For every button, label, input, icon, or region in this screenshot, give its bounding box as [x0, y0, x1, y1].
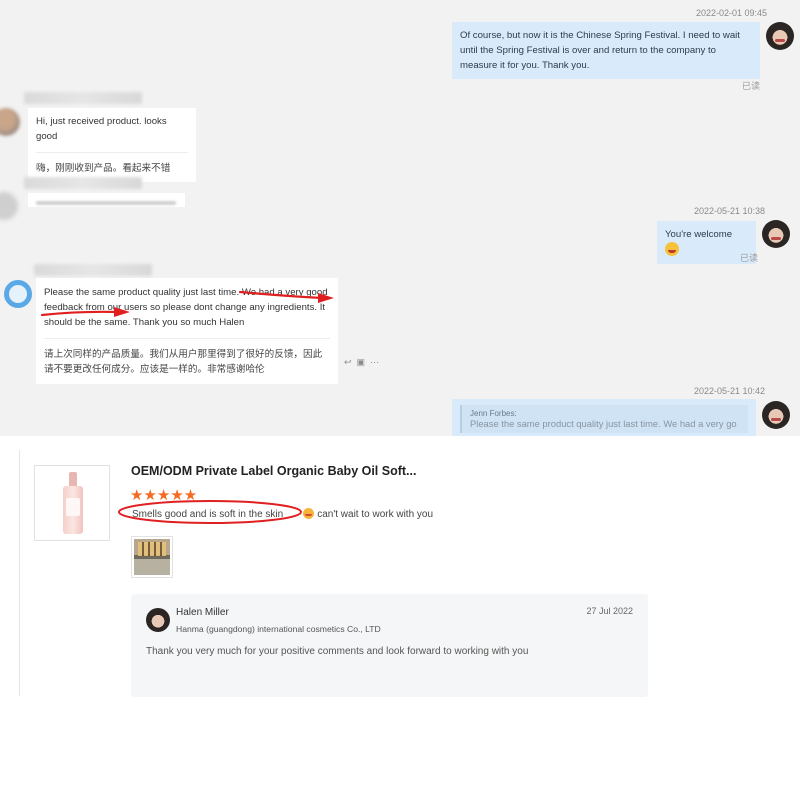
quoted-message: Jenn Forbes: Please the same product qua… [452, 399, 756, 436]
message-translation: 请上次同样的产品质量。我们从用户那里得到了很好的反馈，因此请不要更改任何成分。应… [44, 338, 330, 377]
divider [19, 450, 20, 696]
reply-text: Thank you very much for your positive co… [146, 646, 529, 657]
review-photo[interactable] [131, 536, 173, 578]
message-timestamp: 2022-05-21 10:42 [694, 386, 766, 396]
review-section: OEM/ODM Private Label Organic Baby Oil S… [0, 436, 800, 800]
contact-name-blurred [24, 177, 142, 189]
contact-avatar[interactable] [0, 108, 20, 136]
product-thumbnail[interactable] [34, 465, 110, 541]
seller-reply: Halen Miller Hanma (guangdong) internati… [131, 594, 648, 697]
read-status: 已读 [742, 81, 761, 91]
user-avatar[interactable] [766, 22, 794, 50]
seller-name: Halen Miller [176, 607, 229, 618]
quote-icon[interactable]: ▣ [357, 357, 371, 367]
user-avatar[interactable] [762, 401, 790, 429]
message-text: You're welcome [665, 229, 733, 240]
star-rating: ★★★★★ [130, 487, 198, 504]
quote-box: Jenn Forbes: Please the same product qua… [460, 405, 748, 433]
seller-company: Hanma (guangdong) international cosmetic… [176, 624, 381, 634]
blurred-text [36, 201, 176, 205]
review-text-extra: can't wait to work with you [317, 509, 434, 520]
contact-avatar[interactable] [0, 192, 18, 220]
message-text: Hi, just received product. looks good [36, 116, 167, 142]
message-timestamp: 2022-02-01 09:45 [696, 8, 768, 18]
more-icon[interactable]: ⋯ [370, 357, 384, 367]
read-status: 已读 [740, 253, 759, 263]
contact-name-blurred [34, 264, 152, 276]
product-title[interactable]: OEM/ODM Private Label Organic Baby Oil S… [131, 464, 416, 478]
contact-avatar[interactable] [4, 280, 32, 308]
chat-panel: 2022-02-01 09:45 Of course, but now it i… [0, 0, 800, 436]
outgoing-message: Of course, but now it is the Chinese Spr… [452, 22, 760, 79]
smiling-face-emoji-icon [665, 242, 679, 256]
message-text-part1: Please the same product quality just las… [44, 287, 242, 298]
reply-date: 27 Jul 2022 [586, 606, 633, 616]
message-actions: ↩▣⋯ [344, 357, 384, 368]
bottle-image [63, 472, 83, 534]
quote-author: Jenn Forbes: [470, 409, 517, 418]
message-translation: 嗨，刚刚收到产品。看起来不错 [36, 152, 188, 176]
user-avatar[interactable] [762, 220, 790, 248]
review-text-highlight: Smells good and is soft in the skin [132, 509, 284, 520]
incoming-message: Hi, just received product. looks good 嗨，… [28, 108, 196, 182]
contact-name-blurred [24, 92, 142, 104]
review-photo-image [134, 539, 170, 575]
quote-text: Please the same product quality just las… [470, 418, 737, 429]
reply-icon[interactable]: ↩ [344, 357, 357, 367]
review-text: Smells good and is soft in the skin can't… [132, 508, 433, 520]
incoming-message: Please the same product quality just las… [36, 278, 338, 384]
seller-avatar [146, 608, 170, 632]
incoming-message-blurred [28, 193, 185, 207]
message-timestamp: 2022-05-21 10:38 [694, 206, 766, 216]
smiling-face-icon [303, 508, 315, 519]
